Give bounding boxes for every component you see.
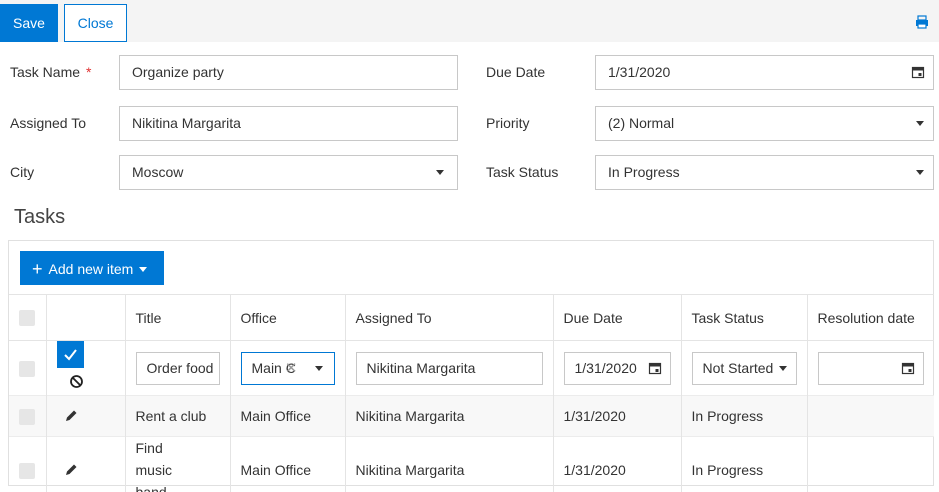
calendar-icon[interactable] <box>901 361 915 375</box>
actions-header <box>46 294 126 341</box>
cell-resolution-date <box>807 396 934 437</box>
cell-assigned-to: Nikitina Margarita <box>345 436 554 492</box>
cell-title: Find music band <box>125 436 231 492</box>
task-name-label: Task Name * <box>10 64 92 80</box>
cell-office: Main Office <box>230 436 346 492</box>
cell-due-date: 1/31/2020 <box>553 436 682 492</box>
chevron-down-icon <box>436 170 444 175</box>
cell-title: Rent a club <box>125 395 231 437</box>
pencil-icon <box>65 410 76 421</box>
task-status-label: Task Status <box>486 164 559 180</box>
office-dropdown-button[interactable] <box>304 353 334 384</box>
task-status-edit-select[interactable]: Not Started <box>691 351 797 385</box>
calendar-icon[interactable] <box>911 65 925 79</box>
task-status-value: In Progress <box>608 164 680 180</box>
column-header-due-date[interactable]: Due Date <box>553 294 682 341</box>
office-edit-combobox[interactable]: Main C ✕ <box>240 351 335 385</box>
plus-icon: + <box>32 259 43 279</box>
select-all-checkbox[interactable] <box>19 310 35 327</box>
cell-office: Main Office <box>230 395 346 437</box>
required-mark: * <box>86 64 92 80</box>
chevron-down-icon <box>916 121 924 126</box>
tasks-section-title: Tasks <box>14 206 66 228</box>
cancel-row-button[interactable] <box>63 368 90 395</box>
chevron-down-icon <box>314 365 323 371</box>
column-header-title[interactable]: Title <box>125 294 231 341</box>
row-checkbox[interactable] <box>19 360 35 377</box>
priority-value: (2) Normal <box>608 115 675 131</box>
table-row[interactable]: Find music band Main Office Nikitina Mar… <box>9 436 934 492</box>
assigned-to-edit-input[interactable]: Nikitina Margarita <box>355 351 543 385</box>
cell-due-date: 1/31/2020 <box>553 395 682 437</box>
chevron-down-icon <box>139 267 148 272</box>
cell-resolution-date <box>807 437 934 492</box>
assigned-to-input[interactable]: Nikitina Margarita <box>119 106 458 141</box>
city-value: Moscow <box>132 164 184 180</box>
chevron-down-icon <box>778 365 787 371</box>
pencil-icon <box>65 464 76 475</box>
column-header-task-status[interactable]: Task Status <box>681 294 808 341</box>
save-row-button[interactable] <box>56 341 84 368</box>
print-pdf-icon[interactable] <box>915 15 929 29</box>
due-date-value: 1/31/2020 <box>608 64 671 80</box>
cell-assigned-to: Nikitina Margarita <box>345 395 554 437</box>
calendar-icon[interactable] <box>648 361 662 375</box>
chevron-down-icon <box>916 170 924 175</box>
table-row[interactable]: Rent a club Main Office Nikitina Margari… <box>9 395 934 437</box>
cell-task-status: In Progress <box>681 395 808 437</box>
cell-task-status: In Progress <box>681 436 808 492</box>
clear-icon[interactable]: ✕ <box>285 353 298 384</box>
toolbar <box>0 0 939 42</box>
column-header-assigned-to[interactable]: Assigned To <box>345 294 554 341</box>
city-label: City <box>10 164 35 180</box>
edit-row-button[interactable] <box>61 460 81 480</box>
column-header-office[interactable]: Office <box>230 294 346 341</box>
add-new-item-button[interactable]: + Add new item <box>20 251 164 285</box>
close-button[interactable]: Close <box>64 4 127 42</box>
resolution-date-edit-input[interactable] <box>817 351 924 385</box>
due-date-edit-input[interactable]: 1/31/2020 <box>563 351 671 385</box>
task-name-input[interactable]: Organize party <box>119 55 458 90</box>
due-date-label: Due Date <box>486 64 546 80</box>
task-status-select[interactable]: In Progress <box>595 155 934 190</box>
city-dropdown-button[interactable] <box>423 156 457 189</box>
due-date-edit-value: 1/31/2020 <box>574 359 637 376</box>
checkmark-icon <box>63 349 77 361</box>
edit-row-button[interactable] <box>61 406 81 426</box>
tasks-table: Title Office Assigned To Due Date Task S… <box>9 294 934 492</box>
row-checkbox[interactable] <box>19 462 35 479</box>
column-header-resolution-date[interactable]: Resolution date <box>807 295 934 341</box>
priority-label: Priority <box>486 115 530 131</box>
select-all-cell <box>9 294 47 341</box>
assigned-to-label: Assigned To <box>10 115 87 131</box>
title-edit-input[interactable]: Order food <box>135 351 220 385</box>
table-row-editing: Order food Main C ✕ Nikitina Margarita 1/… <box>9 340 934 396</box>
save-button[interactable]: Save <box>0 4 58 42</box>
city-select[interactable]: Moscow <box>119 155 458 190</box>
task-status-edit-value: Not Started <box>702 359 774 376</box>
row-checkbox[interactable] <box>19 408 35 425</box>
table-header-row: Title Office Assigned To Due Date Task S… <box>9 294 934 341</box>
cancel-circle-icon <box>69 375 83 388</box>
priority-select[interactable]: (2) Normal <box>595 106 934 141</box>
due-date-input[interactable]: 1/31/2020 <box>595 55 934 90</box>
add-new-item-label: Add new item <box>48 261 134 277</box>
